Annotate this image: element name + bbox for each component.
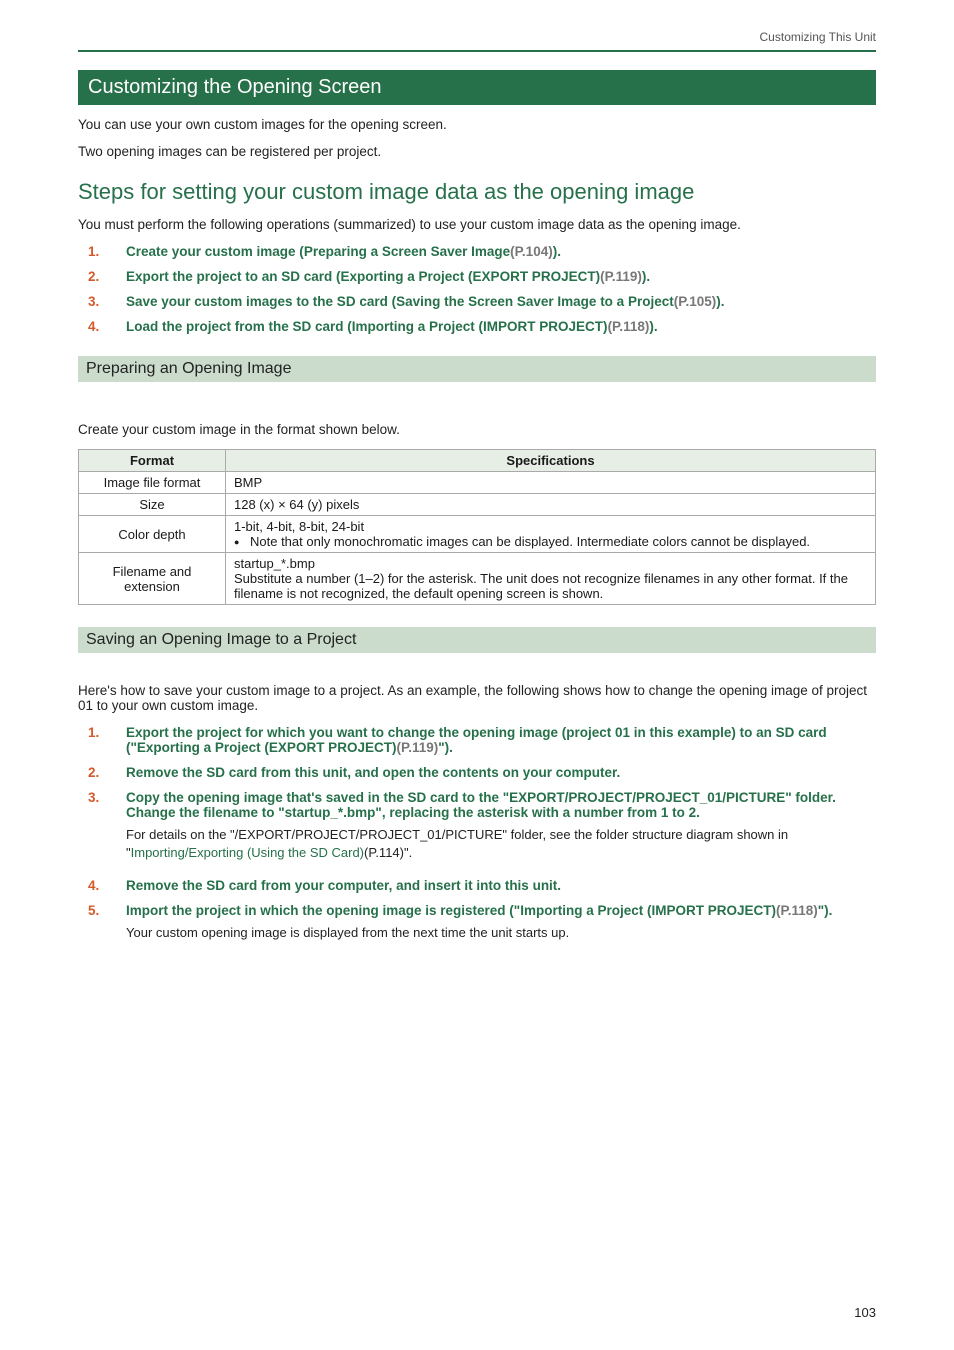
intro-text-1: You can use your own custom images for t… — [78, 117, 876, 132]
table-row: Filename and extension startup_*.bmp Sub… — [79, 553, 876, 605]
list-item: 1. Create your custom image (Preparing a… — [78, 244, 876, 259]
step-subtext: For details on the "/EXPORT/PROJECT/PROJ… — [126, 826, 876, 862]
table-header: Format — [79, 450, 226, 472]
step-text: Copy the opening image that's saved in t… — [126, 790, 876, 820]
list-item: 5. Import the project in which the openi… — [78, 903, 876, 948]
step-text: Export the project for which you want to… — [126, 725, 876, 755]
step-number: 2. — [78, 269, 126, 284]
step-number: 3. — [78, 790, 126, 820]
link[interactable]: Importing a Project (IMPORT PROJECT) — [520, 903, 776, 918]
step-subtext: Your custom opening image is displayed f… — [126, 924, 876, 942]
table-header: Specifications — [226, 450, 876, 472]
step-number: 3. — [78, 294, 126, 309]
step-number: 1. — [78, 244, 126, 259]
section-heading: Steps for setting your custom image data… — [78, 179, 876, 205]
page-number: 103 — [854, 1305, 876, 1320]
list-item: 2. Export the project to an SD card (Exp… — [78, 269, 876, 284]
table-cell-spec: BMP — [226, 472, 876, 494]
list-item: 3. Save your custom images to the SD car… — [78, 294, 876, 309]
summary-steps-list: 1. Create your custom image (Preparing a… — [78, 244, 876, 334]
step-text: Remove the SD card from this unit, and o… — [126, 765, 876, 780]
step-number: 4. — [78, 319, 126, 334]
link[interactable]: Importing a Project (IMPORT PROJECT) — [352, 319, 608, 334]
step-number: 1. — [78, 725, 126, 755]
page-title: Customizing the Opening Screen — [78, 70, 876, 105]
link[interactable]: Importing/Exporting (Using the SD Card) — [131, 845, 364, 860]
link[interactable]: Preparing a Screen Saver Image — [304, 244, 510, 259]
step-text: Remove the SD card from your computer, a… — [126, 878, 876, 893]
table-header-row: Format Specifications — [79, 450, 876, 472]
step-text: Export the project to an SD card (Export… — [126, 269, 876, 284]
step-number: 2. — [78, 765, 126, 780]
detailed-steps-list: 1. Export the project for which you want… — [78, 725, 876, 949]
prepare-intro: Create your custom image in the format s… — [78, 422, 876, 437]
intro-text-2: Two opening images can be registered per… — [78, 144, 876, 159]
format-spec-table: Format Specifications Image file format … — [78, 449, 876, 605]
list-item: 1. Export the project for which you want… — [78, 725, 876, 755]
link[interactable]: Exporting a Project (EXPORT PROJECT) — [137, 740, 397, 755]
step-text: Create your custom image (Preparing a Sc… — [126, 244, 876, 259]
table-cell-label: Filename and extension — [79, 553, 226, 605]
link[interactable]: Saving the Screen Saver Image to a Proje… — [396, 294, 674, 309]
page: Customizing This Unit Customizing the Op… — [0, 0, 954, 1350]
table-row: Color depth 1-bit, 4-bit, 8-bit, 24-bit … — [79, 516, 876, 553]
table-row: Size 128 (x) × 64 (y) pixels — [79, 494, 876, 516]
section-intro: You must perform the following operation… — [78, 217, 876, 232]
step-number: 4. — [78, 878, 126, 893]
subsection-heading-save: Saving an Opening Image to a Project — [78, 627, 876, 653]
table-row: Image file format BMP — [79, 472, 876, 494]
table-cell-spec: 128 (x) × 64 (y) pixels — [226, 494, 876, 516]
list-item: 4. Load the project from the SD card (Im… — [78, 319, 876, 334]
table-cell-spec: startup_*.bmp Substitute a number (1–2) … — [226, 553, 876, 605]
save-intro: Here's how to save your custom image to … — [78, 683, 876, 713]
step-text: Load the project from the SD card (Impor… — [126, 319, 876, 334]
step-number: 5. — [78, 903, 126, 918]
list-item: 4. Remove the SD card from your computer… — [78, 878, 876, 893]
table-cell-spec: 1-bit, 4-bit, 8-bit, 24-bit Note that on… — [226, 516, 876, 553]
table-cell-label: Size — [79, 494, 226, 516]
step-text: Import the project in which the opening … — [126, 903, 876, 918]
step-text: Save your custom images to the SD card (… — [126, 294, 876, 309]
table-cell-label: Color depth — [79, 516, 226, 553]
list-item: 2. Remove the SD card from this unit, an… — [78, 765, 876, 780]
list-item: 3. Copy the opening image that's saved i… — [78, 790, 876, 868]
breadcrumb: Customizing This Unit — [78, 30, 876, 52]
bullet-note: Note that only monochromatic images can … — [234, 534, 867, 549]
link[interactable]: Exporting a Project (EXPORT PROJECT) — [341, 269, 601, 284]
subsection-heading-prepare: Preparing an Opening Image — [78, 356, 876, 382]
table-cell-label: Image file format — [79, 472, 226, 494]
